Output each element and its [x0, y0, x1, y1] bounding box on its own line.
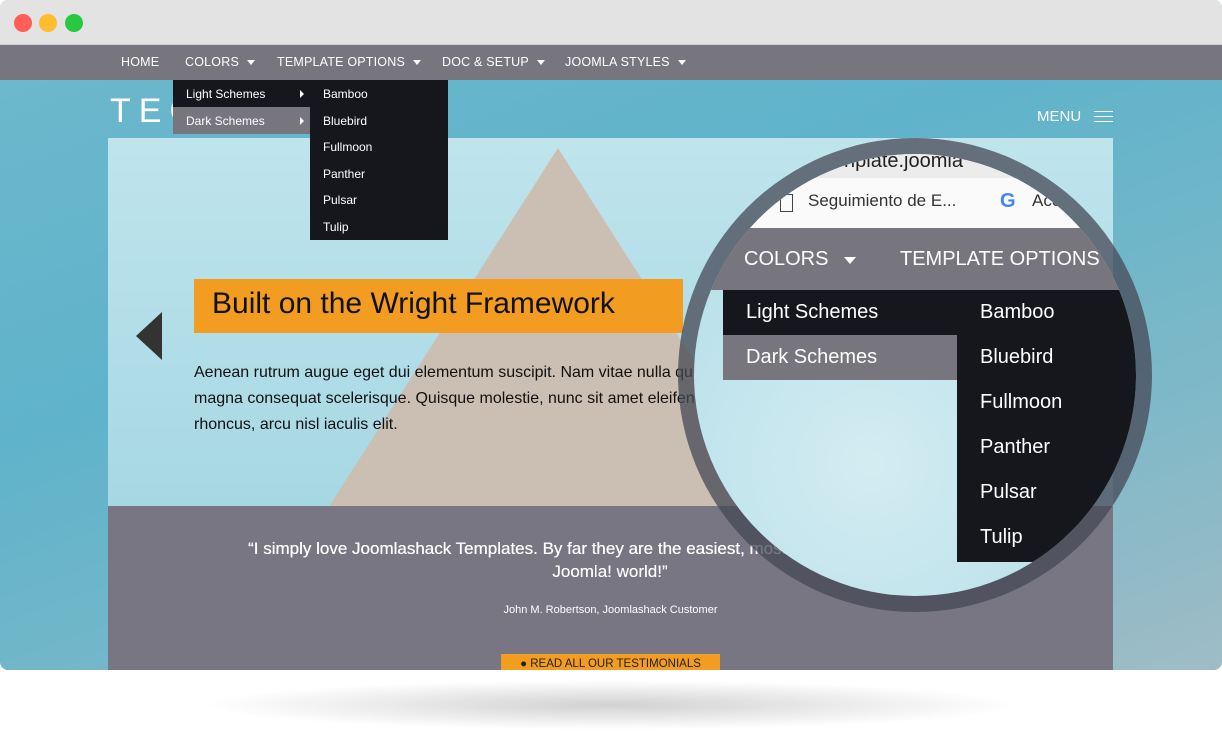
menu-item-pulsar[interactable]: Pulsar	[310, 186, 448, 213]
hero-headline: Built on the Wright Framework	[194, 279, 683, 333]
mag-schemes-submenu: Bamboo Bluebird Fullmoon Panther Pulsar …	[957, 290, 1136, 562]
window-shadow	[200, 680, 1020, 730]
mag-dark-schemes: Dark Schemes	[723, 335, 957, 380]
mag-fullmoon: Fullmoon	[980, 391, 1063, 413]
caret-down-icon	[844, 257, 856, 264]
magnifier-lens: nplate.joomla Seguimiento de E... G Acc …	[694, 154, 1136, 596]
mag-nav: COLORS TEMPLATE OPTIONS	[694, 228, 1136, 290]
menu-button[interactable]: MENU	[1037, 108, 1081, 125]
page-icon	[780, 194, 793, 212]
google-icon: G	[1000, 190, 1016, 212]
menu-label: Dark Schemes	[186, 114, 265, 128]
mag-url: nplate.joomla	[844, 154, 963, 172]
mag-nav-template: TEMPLATE OPTIONS	[900, 248, 1100, 270]
mag-pulsar: Pulsar	[980, 481, 1037, 503]
menu-item-fullmoon[interactable]: Fullmoon	[310, 133, 448, 160]
caret-down-icon	[247, 60, 255, 66]
colors-dropdown: Light Schemes Dark Schemes	[173, 80, 310, 134]
caret-down-icon	[677, 60, 686, 66]
nav-colors[interactable]: COLORS	[185, 55, 255, 69]
nav-label: JOOMLA STYLES	[565, 55, 670, 69]
nav-home[interactable]: HOME	[121, 55, 159, 69]
maximize-button[interactable]	[65, 14, 83, 32]
menu-item-dark-schemes[interactable]: Dark Schemes	[173, 107, 310, 134]
comments-icon: ●	[520, 658, 531, 670]
cta-label: READ ALL OUR TESTIMONIALS	[530, 658, 701, 670]
browser-window: TEC MENU Built on the Wright Framework A…	[0, 0, 1222, 670]
nav-label: TEMPLATE OPTIONS	[277, 55, 405, 69]
nav-doc-setup[interactable]: DOC & SETUP	[442, 55, 545, 69]
read-testimonials-button[interactable]: ● READ ALL OUR TESTIMONIALS	[501, 654, 720, 670]
mag-bookmarks-bar: Seguimiento de E... G Acc	[694, 178, 1136, 228]
title-bar	[0, 0, 1222, 45]
mag-colors-dropdown: Light Schemes Dark Schemes	[723, 290, 957, 380]
mag-light-schemes: Light Schemes	[746, 301, 879, 323]
mag-nav-colors: COLORS	[744, 248, 829, 270]
menu-label: Light Schemes	[186, 87, 266, 101]
mag-tulip: Tulip	[980, 526, 1023, 548]
caret-down-icon	[413, 60, 421, 66]
hero-text: Aenean rutrum augue eget dui elementum s…	[194, 364, 705, 433]
mag-bamboo: Bamboo	[980, 301, 1055, 323]
caret-right-icon	[300, 90, 304, 98]
nav-template-options[interactable]: TEMPLATE OPTIONS	[277, 55, 421, 69]
menu-item-tulip[interactable]: Tulip	[310, 213, 448, 240]
hamburger-icon[interactable]	[1094, 111, 1113, 122]
mag-bluebird: Bluebird	[980, 346, 1054, 368]
nav-joomla-styles[interactable]: JOOMLA STYLES	[565, 55, 686, 69]
mag-bookmark-2: Acc	[1032, 191, 1061, 210]
close-button[interactable]	[14, 14, 32, 32]
nav-label: HOME	[121, 55, 160, 69]
caret-right-icon	[300, 117, 304, 125]
prev-slide-arrow-icon[interactable]	[136, 312, 162, 360]
mag-bookmark: Seguimiento de E...	[808, 191, 957, 210]
menu-item-panther[interactable]: Panther	[310, 160, 448, 187]
menu-item-bluebird[interactable]: Bluebird	[310, 107, 448, 134]
nav-label: COLORS	[185, 55, 239, 69]
mag-panther: Panther	[980, 436, 1051, 458]
menu-item-light-schemes[interactable]: Light Schemes	[173, 80, 310, 107]
nav-label: DOC & SETUP	[442, 55, 529, 69]
minimize-button[interactable]	[39, 14, 57, 32]
caret-down-icon	[536, 60, 545, 66]
menu-item-bamboo[interactable]: Bamboo	[310, 80, 448, 107]
main-nav: HOME COLORS TEMPLATE OPTIONS DOC & SETUP…	[0, 45, 1222, 80]
schemes-submenu: Bamboo Bluebird Fullmoon Panther Pulsar …	[310, 80, 448, 240]
